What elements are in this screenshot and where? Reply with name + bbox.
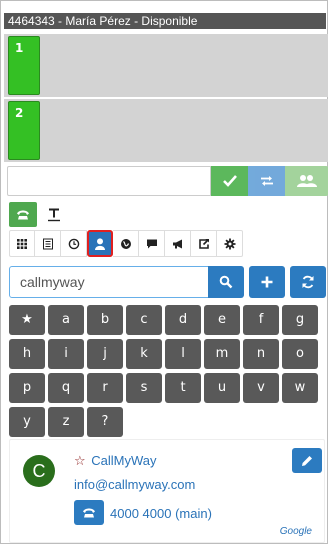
conference-button[interactable] [285,166,328,196]
comment-icon [146,239,157,248]
globe-icon [120,238,131,249]
tab-history[interactable] [61,230,87,257]
tab-broadcast[interactable] [165,230,191,257]
keypad-key[interactable]: g [282,305,318,335]
favorite-star-icon[interactable]: ☆ [74,454,86,469]
call-contact-button[interactable] [74,500,104,525]
keypad-key[interactable]: p [9,373,45,403]
line-number: 1 [15,41,24,55]
phone-mode-button[interactable] [9,202,37,227]
pencil-icon [302,455,312,466]
transfer-arrows-icon [260,176,273,186]
search-button[interactable] [208,266,244,298]
keypad-key[interactable]: w [282,373,318,403]
keypad-key[interactable]: k [126,339,162,369]
text-mode-button[interactable] [40,202,68,227]
keypad-key[interactable]: e [204,305,240,335]
tab-contacts[interactable] [87,230,113,257]
line-number: 2 [15,106,24,120]
keypad-key[interactable]: j [87,339,123,369]
line-lamp-2[interactable]: 2 [8,101,40,160]
keypad-key[interactable]: q [48,373,84,403]
transfer-button[interactable] [248,166,285,196]
keypad-key[interactable]: t [165,373,201,403]
edit-contact-button[interactable] [292,448,322,473]
keypad-key[interactable]: c [126,305,162,335]
tab-chat[interactable] [139,230,165,257]
tab-share[interactable] [191,230,217,257]
add-contact-button[interactable] [249,266,285,298]
keypad-key[interactable]: u [204,373,240,403]
gear-icon [224,238,235,249]
keypad-key[interactable]: h [9,339,45,369]
keypad-key[interactable]: z [48,407,84,437]
tab-settings[interactable] [217,230,243,257]
clock-icon [68,238,79,249]
contact-search-input[interactable] [9,266,209,298]
tab-web[interactable] [113,230,139,257]
keypad-key[interactable]: m [204,339,240,369]
keypad-key[interactable]: o [282,339,318,369]
avatar: C [23,455,55,487]
keypad-key[interactable]: s [126,373,162,403]
keypad-key[interactable]: a [48,305,84,335]
tab-list[interactable] [35,230,61,257]
contact-name[interactable]: ☆ CallMyWay [74,453,157,469]
softphone-panel: 4464343 - María Pérez - Disponible 1 2 c… [0,0,328,544]
phone-icon [83,508,95,517]
search-icon [219,275,233,289]
megaphone-icon [172,239,182,248]
phone-icon [17,210,29,219]
refresh-icon [302,275,314,289]
grid-icon [17,238,27,249]
plus-icon [261,276,273,288]
check-icon [222,175,237,187]
users-icon [296,175,317,187]
call-accept-button[interactable] [211,166,248,196]
keypad-key[interactable]: l [165,339,201,369]
list-icon [42,238,53,249]
keypad-key[interactable]: ? [87,407,123,437]
keypad-key-favorites[interactable]: ★ [9,305,45,335]
keypad-key[interactable]: f [243,305,279,335]
keypad-key[interactable]: n [243,339,279,369]
line-slot-2[interactable]: 2 [4,99,328,162]
contact-card: C ☆ CallMyWay info@callmyway.com 4000 40… [9,439,325,543]
line-lamp-1[interactable]: 1 [8,36,40,95]
contact-phone[interactable]: 4000 4000 (main) [110,506,212,521]
keypad-key[interactable]: r [87,373,123,403]
keypad-key[interactable]: y [9,407,45,437]
tab-keypad[interactable] [9,230,35,257]
dial-row [6,165,328,198]
refresh-button[interactable] [290,266,326,298]
keypad-key[interactable]: d [165,305,201,335]
contact-search-row [9,266,327,298]
text-t-icon [48,208,60,221]
user-icon [95,237,105,250]
view-tabs [9,230,243,257]
share-icon [198,238,209,249]
agent-status-bar: 4464343 - María Pérez - Disponible [4,13,326,29]
keypad-key[interactable]: b [87,305,123,335]
contact-email[interactable]: info@callmyway.com [74,477,195,492]
line-slot-1[interactable]: 1 [4,34,328,97]
dial-number-input[interactable] [7,166,211,196]
contact-source-label: Google [279,526,312,537]
keypad-key[interactable]: i [48,339,84,369]
contact-name-text: CallMyWay [91,453,157,468]
keypad-key[interactable]: v [243,373,279,403]
